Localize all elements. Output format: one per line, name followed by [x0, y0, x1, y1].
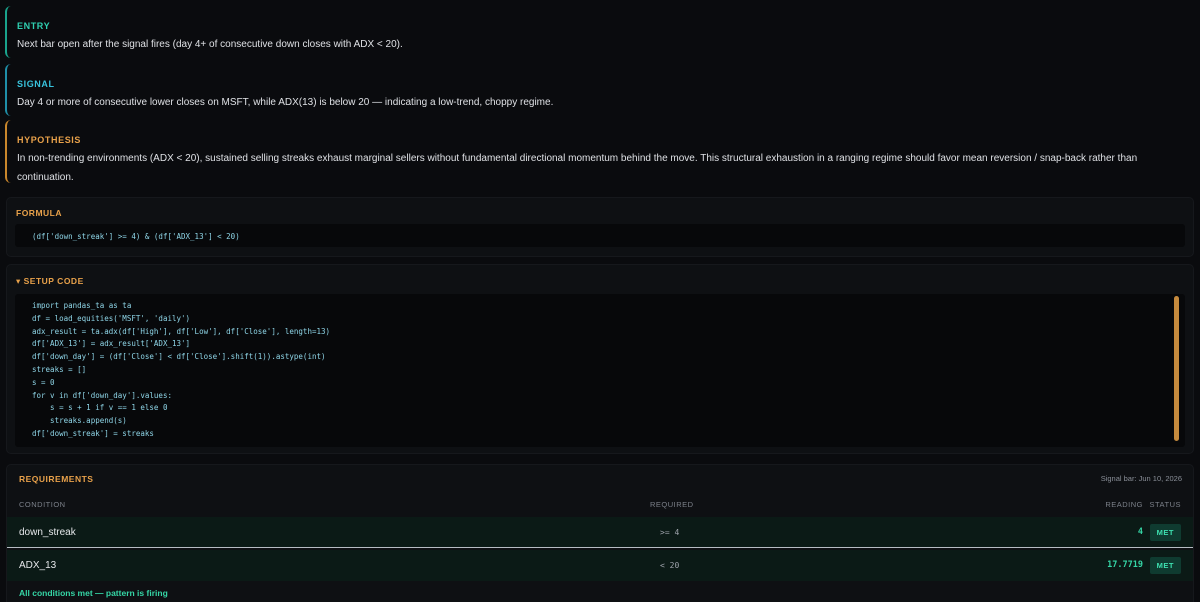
formula-card: FORMULA (df['down_streak'] >= 4) & (df['… — [6, 197, 1194, 257]
code-line: s = 0 — [32, 377, 55, 387]
status-badge: MET — [1149, 557, 1181, 574]
hypothesis-text: In non-trending environments (ADX < 20),… — [17, 153, 1138, 183]
code-line: df['down_day'] = (df['Close'] < df['Clos… — [32, 352, 326, 362]
table-row: down_streak >= 4 4 MET — [7, 517, 1193, 548]
code-line: streaks.append(s) — [32, 416, 127, 426]
code-line: import pandas_ta as ta — [32, 301, 132, 310]
signal-label: SIGNAL — [17, 79, 55, 89]
header-condition: CONDITION — [19, 500, 66, 509]
signal-bar-date: Signal bar: Jun 10, 2026 — [1100, 474, 1182, 483]
code-line: df['ADX_13'] = adx_result['ADX_13'] — [32, 339, 191, 349]
setup-code-block: import pandas_ta as ta df = load_equitie… — [15, 294, 1185, 447]
hypothesis-section: HYPOTHESIS In non-trending environments … — [5, 120, 1195, 183]
entry-section: ENTRY Next bar open after the signal fir… — [5, 6, 1195, 58]
code-line: df = load_equities('MSFT', 'daily') — [32, 313, 191, 323]
formula-title: FORMULA — [16, 208, 62, 218]
header-status: STATUS — [1149, 500, 1181, 509]
entry-text: Next bar open after the signal fires (da… — [17, 39, 403, 50]
requirements-title: REQUIREMENTS — [19, 474, 94, 484]
table-row: ADX_13 < 20 17.7719 MET — [7, 550, 1193, 581]
setup-code-toggle[interactable]: ▾ SETUP CODE — [16, 276, 84, 287]
formula-code: (df['down_streak'] >= 4) & (df['ADX_13']… — [15, 224, 1185, 247]
header-reading: READING — [1105, 500, 1143, 509]
condition-name: down_streak — [19, 527, 76, 538]
reading-value: 4 — [1137, 527, 1143, 537]
status-badge: MET — [1149, 524, 1181, 541]
code-line: streaks = [] — [32, 364, 87, 374]
code-line: adx_result = ta.adx(df['High'], df['Low'… — [32, 326, 331, 336]
signal-section: SIGNAL Day 4 or more of consecutive lowe… — [5, 64, 1195, 116]
code-line: for v in df['down_day'].values: — [32, 390, 172, 400]
pattern-status-message: All conditions met — pattern is firing — [19, 588, 168, 598]
required-value: >= 4 — [660, 528, 680, 537]
reading-value: 17.7719 — [1107, 560, 1143, 570]
code-line: s = s + 1 if v == 1 else 0 — [32, 403, 168, 413]
entry-label: ENTRY — [17, 21, 51, 31]
requirements-card: REQUIREMENTS Signal bar: Jun 10, 2026 CO… — [6, 464, 1194, 602]
hypothesis-label: HYPOTHESIS — [17, 135, 82, 145]
required-value: < 20 — [660, 561, 680, 570]
signal-text: Day 4 or more of consecutive lower close… — [17, 97, 554, 108]
code-line: df['down_streak'] = streaks — [32, 428, 154, 438]
header-required: REQUIRED — [650, 500, 694, 509]
setup-code-card: ▾ SETUP CODE import pandas_ta as ta df =… — [6, 264, 1194, 454]
code-scrollbar[interactable] — [1174, 296, 1179, 441]
condition-name: ADX_13 — [19, 560, 57, 571]
